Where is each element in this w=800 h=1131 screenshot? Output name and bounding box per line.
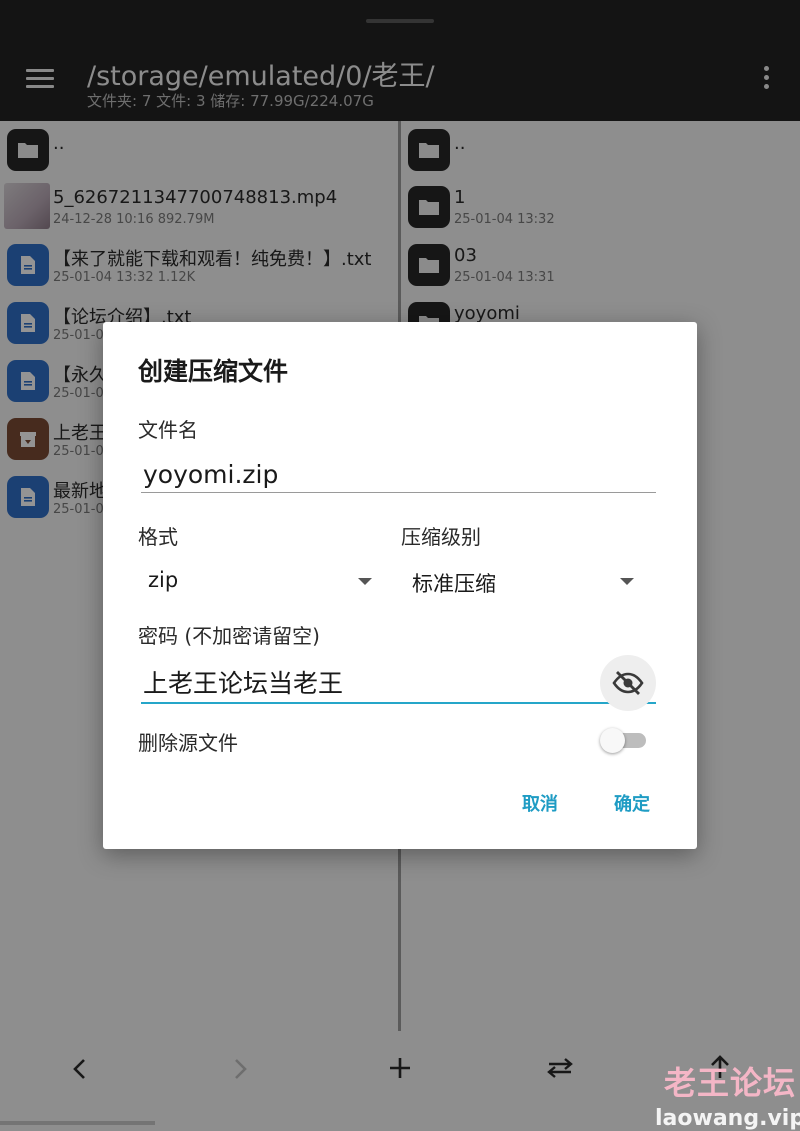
chevron-down-icon <box>620 578 634 585</box>
confirm-button[interactable]: 确定 <box>614 790 650 816</box>
password-underline <box>141 702 656 704</box>
chevron-down-icon <box>358 578 372 585</box>
compression-level-value: 标准压缩 <box>412 572 496 596</box>
format-select[interactable]: zip <box>139 562 379 602</box>
filename-input[interactable] <box>143 456 583 492</box>
format-value: zip <box>148 568 179 592</box>
watermark-title: 老王论坛 <box>664 1064 797 1102</box>
filename-underline <box>141 492 656 493</box>
password-field <box>141 663 656 705</box>
filename-field <box>141 456 656 494</box>
dialog-title: 创建压缩文件 <box>138 357 289 386</box>
eye-off-icon[interactable] <box>600 655 656 711</box>
toggle-thumb <box>600 728 625 753</box>
compression-level-label: 压缩级别 <box>401 525 481 549</box>
delete-source-label: 删除源文件 <box>138 731 238 755</box>
cancel-button[interactable]: 取消 <box>522 790 558 816</box>
watermark-url: laowang.vip <box>655 1106 800 1131</box>
filename-label: 文件名 <box>138 418 198 442</box>
compression-level-select[interactable]: 标准压缩 <box>403 562 643 602</box>
watermark: 老王论坛 laowang.vip <box>655 1058 800 1131</box>
password-label: 密码 (不加密请留空) <box>138 624 320 648</box>
create-archive-dialog: 创建压缩文件 文件名 格式 压缩级别 zip 标准压缩 密码 (不加密请留空) … <box>103 322 697 849</box>
delete-source-toggle[interactable] <box>600 726 646 754</box>
password-input[interactable] <box>143 663 583 701</box>
format-label: 格式 <box>138 525 178 549</box>
